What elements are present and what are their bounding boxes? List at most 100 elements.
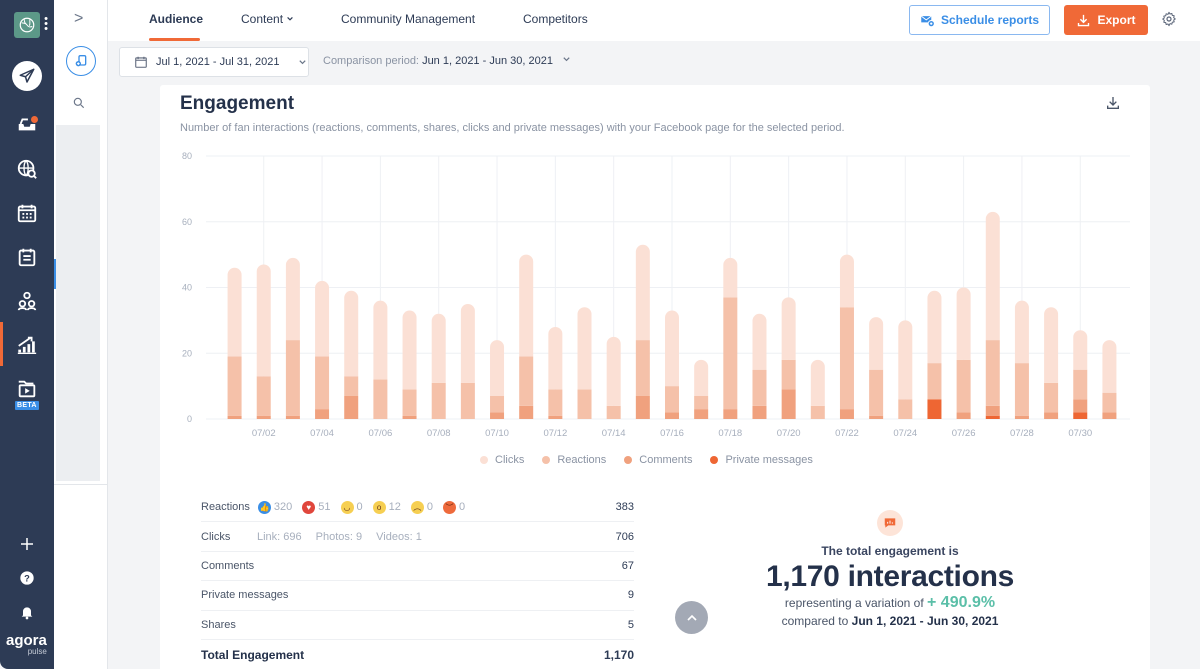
reaction-count: 0 [356, 501, 363, 514]
table-row-reactions: Reactions 👍 320 ♥ 51 ◡ 0 o 12 ︵ 0 ︶ 0 383 [201, 493, 634, 523]
export-label: Export [1097, 13, 1136, 27]
compared-prefix: compared to [781, 614, 849, 628]
chevron-down-icon [287, 16, 294, 21]
export-button[interactable]: Export [1064, 5, 1148, 35]
users-icon [17, 291, 37, 311]
bar-segment-comments [956, 412, 971, 419]
main-sidebar: • • • BETA ? agora pulse [0, 0, 54, 669]
bar-segment-reactions [431, 382, 446, 419]
calendar-icon [17, 204, 37, 223]
bar-segment-clicks [344, 290, 359, 377]
x-tick-label: 07/16 [660, 428, 684, 439]
y-tick-label: 80 [182, 151, 192, 161]
active-indicator [0, 322, 3, 366]
scroll-to-top-button[interactable] [675, 601, 708, 634]
legend-item-clicks[interactable]: Clicks [480, 454, 524, 466]
engagement-summary: The total engagement is 1,170 interactio… [700, 510, 1080, 628]
sidebar-item-add[interactable] [11, 528, 43, 560]
search-profiles-button[interactable] [72, 96, 86, 115]
sidebar-item-calendar[interactable] [11, 197, 43, 229]
comparison-label: Comparison period: [323, 55, 419, 67]
x-tick-label: 07/18 [718, 428, 742, 439]
x-tick-label: 07/30 [1068, 428, 1092, 439]
bar-segment-clicks [606, 336, 621, 406]
x-tick-label: 07/22 [835, 428, 859, 439]
download-chart-button[interactable] [1105, 95, 1121, 116]
globe-search-icon [17, 159, 37, 179]
row-label: Clicks [201, 530, 231, 543]
like-icon: 👍 [257, 500, 271, 514]
gear-icon [1162, 11, 1176, 27]
clicks-link: Link: 696 [257, 530, 302, 543]
bar-segment-clicks [1044, 307, 1059, 383]
tab-audience[interactable]: Audience [149, 12, 203, 26]
clicks-photos: Photos: 9 [315, 530, 363, 543]
legend-item-private-messages[interactable]: Private messages [710, 454, 813, 466]
sidebar-item-help[interactable]: ? [11, 562, 43, 594]
date-range-picker[interactable]: Jul 1, 2021 - Jul 31, 2021 [119, 47, 309, 77]
sidebar-item-reports-list[interactable] [11, 241, 43, 273]
sidebar-item-notifications[interactable] [11, 596, 43, 628]
bar-segment-comments [1073, 399, 1088, 413]
bar-segment-clicks [810, 359, 825, 406]
x-tick-label: 07/06 [368, 428, 392, 439]
bar-segment-clicks [869, 317, 884, 370]
x-tick-label: 07/24 [893, 428, 917, 439]
settings-button[interactable] [1161, 11, 1177, 32]
download-icon [1078, 14, 1090, 26]
tab-competitors[interactable]: Competitors [523, 12, 588, 26]
legend-label: Reactions [557, 454, 607, 466]
globe-leaf-icon [19, 17, 35, 33]
bar-segment-reactions [402, 389, 417, 416]
beta-badge: BETA [15, 401, 39, 410]
schedule-reports-label: Schedule reports [940, 13, 1040, 27]
x-tick-label: 07/08 [427, 428, 451, 439]
bar-segment-comments [548, 415, 563, 419]
tab-community-management[interactable]: Community Management [341, 12, 475, 26]
row-value: 1,170 [603, 647, 634, 662]
y-tick-label: 60 [182, 217, 192, 227]
sidebar-item-publish[interactable] [12, 61, 42, 91]
legend-label: Comments [639, 454, 693, 466]
bar-segment-comments [256, 415, 271, 419]
chevron-down-icon [563, 57, 570, 62]
table-row-shares: Shares 5 [201, 611, 634, 640]
scheduled-mail-icon [920, 15, 935, 27]
summary-variation: representing a variation of + 490.9% [700, 594, 1080, 612]
tab-content-label: Content [241, 12, 284, 26]
bar-segment-reactions [985, 340, 1000, 406]
profiles-list[interactable] [56, 125, 100, 481]
legend-item-reactions[interactable]: Reactions [542, 454, 606, 466]
report-topbar: Audience Content Community Management Co… [108, 0, 1200, 41]
bar-segment-clicks [315, 280, 330, 357]
bar-segment-clicks [781, 297, 796, 360]
bar-segment-clicks [985, 211, 1000, 341]
x-tick-label: 07/28 [1010, 428, 1034, 439]
tab-content[interactable]: Content [241, 12, 294, 26]
expand-panel-icon[interactable]: > [74, 10, 83, 28]
bar-segment-comments [869, 415, 884, 419]
reaction-count: 0 [459, 501, 466, 514]
sidebar-item-inbox[interactable] [11, 108, 43, 140]
bar-segment-comments [1044, 412, 1059, 419]
row-label: Reactions [201, 501, 250, 514]
sidebar-item-reports[interactable] [11, 329, 43, 361]
workspace-logo[interactable] [14, 12, 40, 38]
variation-percent: + 490.9% [927, 594, 996, 611]
sidebar-item-listening[interactable] [11, 153, 43, 185]
panel-divider [54, 484, 108, 485]
chat-chart-icon [877, 510, 903, 536]
reaction-wow: o 12 [372, 500, 401, 514]
bar-segment-reactions [869, 369, 884, 416]
brand-sub: pulse [27, 647, 47, 656]
schedule-reports-button[interactable]: Schedule reports [909, 5, 1050, 35]
legend-swatch [542, 456, 551, 464]
comparison-period-selector[interactable]: Comparison period: Jun 1, 2021 - Jun 30,… [323, 55, 571, 67]
add-profile-button[interactable] [66, 46, 96, 76]
bar-segment-reactions [577, 389, 592, 419]
bar-segment-reactions [1044, 382, 1059, 413]
sidebar-item-users[interactable] [11, 285, 43, 317]
heart-icon: ♥ [302, 500, 316, 514]
workspace-menu-icon[interactable]: • • • [44, 14, 48, 35]
legend-item-comments[interactable]: Comments [624, 454, 692, 466]
